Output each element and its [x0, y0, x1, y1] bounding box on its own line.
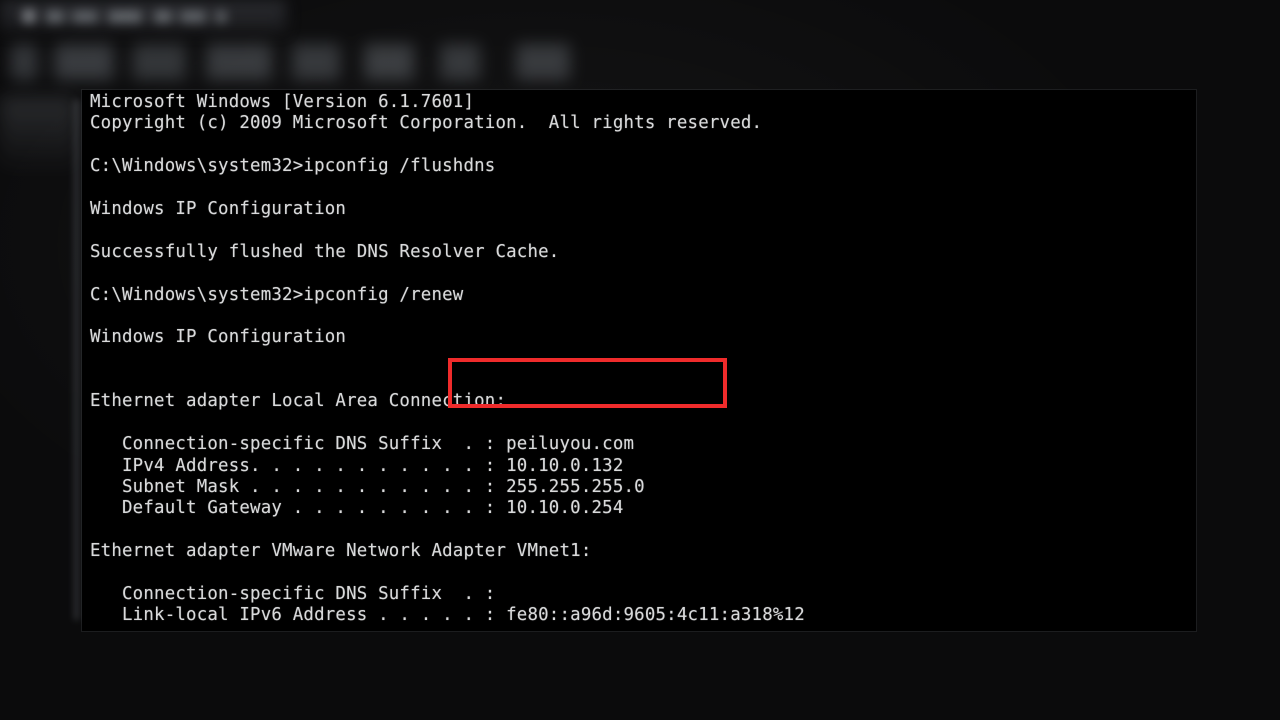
console-line: Successfully flushed the DNS Resolver Ca… [90, 241, 560, 262]
console-line: Ethernet adapter Local Area Connection: [90, 391, 507, 412]
console-line: Link-local IPv6 Address . . . . . : fe80… [90, 605, 805, 626]
console-line: Subnet Mask . . . . . . . . . . . : 255.… [90, 477, 645, 498]
command-prompt-window[interactable]: Microsoft Windows [Version 6.1.7601] Copy… [82, 90, 1196, 631]
console-line: Default Gateway . . . . . . . . . : 10.1… [90, 498, 624, 519]
console-line: Connection-specific DNS Suffix . : [90, 583, 496, 604]
console-line: C:\Windows\system32>ipconfig /flushdns [90, 156, 496, 177]
console-line: Windows IP Configuration [90, 327, 347, 348]
console-output: Microsoft Windows [Version 6.1.7601] Copy… [90, 92, 1196, 627]
console-line: Copyright (c) 2009 Microsoft Corporation… [90, 113, 763, 134]
console-line: Windows IP Configuration [90, 198, 347, 219]
console-line: IPv4 Address. . . . . . . . . . . : 10.1… [90, 455, 624, 476]
console-line: C:\Windows\system32>ipconfig /renew [90, 284, 464, 305]
console-line: Microsoft Windows [Version 6.1.7601] [90, 92, 475, 112]
console-line: Ethernet adapter VMware Network Adapter … [90, 541, 592, 562]
console-line: Connection-specific DNS Suffix . : peilu… [90, 434, 635, 455]
